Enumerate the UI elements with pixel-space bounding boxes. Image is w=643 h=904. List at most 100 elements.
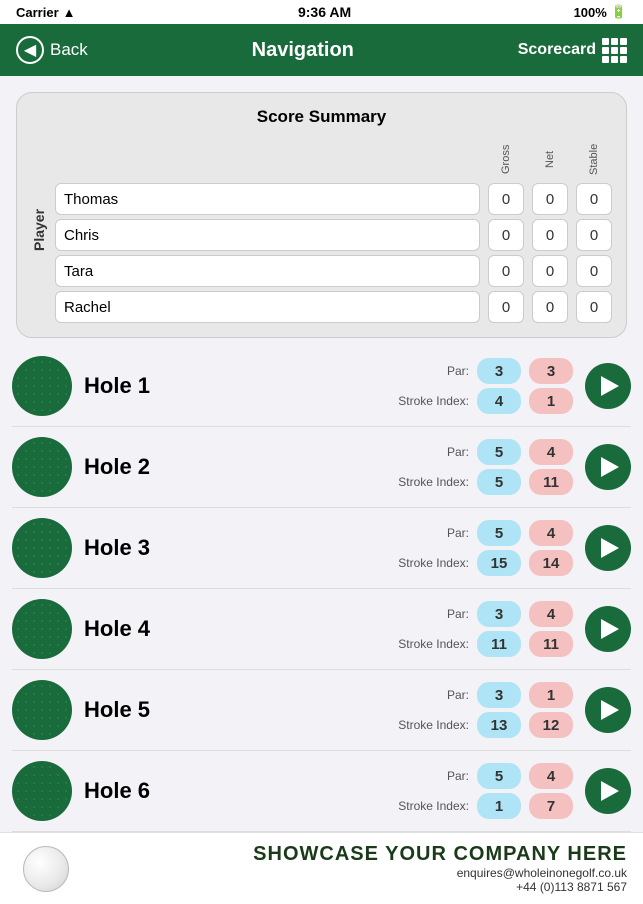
carrier-text: Carrier	[16, 5, 59, 20]
si-row: Stroke Index: 5 11	[394, 469, 573, 495]
hole-item: Hole 5 Par: 3 1 Stroke Index: 13 12	[12, 670, 631, 751]
hole-label: Hole 5	[84, 697, 174, 723]
back-button[interactable]: ◀ Back	[16, 36, 88, 64]
si-pink-value: 11	[529, 631, 573, 657]
si-pink-value: 14	[529, 550, 573, 576]
par-blue-value: 5	[477, 439, 521, 465]
grid-icon	[602, 38, 627, 63]
par-row: Par: 5 4	[394, 520, 573, 546]
hole-item: Hole 2 Par: 5 4 Stroke Index: 5 11	[12, 427, 631, 508]
play-triangle-icon	[601, 376, 619, 396]
si-blue-value: 4	[477, 388, 521, 414]
play-triangle-icon	[601, 457, 619, 477]
par-blue-value: 3	[477, 358, 521, 384]
footer-logo	[16, 844, 76, 894]
par-row: Par: 3 3	[394, 358, 573, 384]
hole-item: Hole 4 Par: 3 4 Stroke Index: 11 11	[12, 589, 631, 670]
hole-label: Hole 1	[84, 373, 174, 399]
footer-text: SHOWCASE YOUR COMPANY HERE enquires@whol…	[88, 843, 627, 894]
hole-stats: Par: 3 3 Stroke Index: 4 1	[394, 358, 573, 414]
score-rows: 0 0 0 0 0 0 0 0 0 0 0 0	[55, 183, 612, 323]
stable-header: Stable	[576, 137, 612, 181]
si-blue-value: 13	[477, 712, 521, 738]
si-label: Stroke Index:	[394, 556, 469, 570]
golf-ball-pattern	[14, 439, 70, 495]
stable-score-cell: 0	[576, 219, 612, 251]
gross-score-cell: 0	[488, 219, 524, 251]
play-triangle-icon	[601, 700, 619, 720]
stable-score-cell: 0	[576, 183, 612, 215]
si-blue-value: 11	[477, 631, 521, 657]
battery-icon: 🔋	[611, 4, 627, 20]
si-pink-value: 7	[529, 793, 573, 819]
par-label: Par:	[394, 607, 469, 621]
status-left: Carrier ▲	[16, 5, 76, 20]
net-score-cell: 0	[532, 255, 568, 287]
par-pink-value: 4	[529, 601, 573, 627]
score-summary-card: Score Summary Player Gross Net Stable 0 …	[16, 92, 627, 338]
hole-label: Hole 6	[84, 778, 174, 804]
back-arrow-icon: ◀	[16, 36, 44, 64]
play-button[interactable]	[585, 606, 631, 652]
play-button[interactable]	[585, 444, 631, 490]
time-display: 9:36 AM	[298, 4, 351, 20]
par-blue-value: 5	[477, 763, 521, 789]
stable-score-cell: 0	[576, 291, 612, 323]
player-name-input[interactable]	[55, 291, 480, 323]
player-name-input[interactable]	[55, 255, 480, 287]
si-row: Stroke Index: 15 14	[394, 550, 573, 576]
player-name-input[interactable]	[55, 183, 480, 215]
play-button[interactable]	[585, 768, 631, 814]
golf-ball-icon	[12, 518, 72, 578]
wifi-icon: ▲	[63, 5, 76, 20]
par-blue-value: 3	[477, 601, 521, 627]
par-label: Par:	[394, 445, 469, 459]
par-label: Par:	[394, 688, 469, 702]
gross-score-cell: 0	[488, 255, 524, 287]
play-button[interactable]	[585, 525, 631, 571]
par-pink-value: 1	[529, 682, 573, 708]
par-row: Par: 5 4	[394, 439, 573, 465]
golf-ball-pattern	[14, 601, 70, 657]
score-table: Player Gross Net Stable 0 0 0 0 0 0 0 0 …	[31, 137, 612, 323]
play-button[interactable]	[585, 687, 631, 733]
par-row: Par: 3 4	[394, 601, 573, 627]
golf-ball-pattern	[14, 358, 70, 414]
play-triangle-icon	[601, 781, 619, 801]
hole-stats: Par: 5 4 Stroke Index: 15 14	[394, 520, 573, 576]
battery-text: 100%	[574, 5, 607, 20]
score-row: 0 0 0	[55, 183, 612, 215]
status-right: 100% 🔋	[574, 4, 627, 20]
footer-showcase-text: SHOWCASE YOUR COMPANY HERE	[88, 843, 627, 866]
si-label: Stroke Index:	[394, 475, 469, 489]
golf-ball-pattern	[14, 682, 70, 738]
play-button[interactable]	[585, 363, 631, 409]
player-name-input[interactable]	[55, 219, 480, 251]
si-row: Stroke Index: 4 1	[394, 388, 573, 414]
golf-ball-icon	[12, 599, 72, 659]
play-triangle-icon	[601, 538, 619, 558]
hole-stats: Par: 3 4 Stroke Index: 11 11	[394, 601, 573, 657]
net-header: Net	[532, 137, 568, 181]
par-pink-value: 4	[529, 763, 573, 789]
gross-header: Gross	[488, 137, 524, 181]
stable-score-cell: 0	[576, 255, 612, 287]
score-summary-title: Score Summary	[31, 107, 612, 127]
hole-list: Hole 1 Par: 3 3 Stroke Index: 4 1	[0, 346, 643, 832]
si-label: Stroke Index:	[394, 799, 469, 813]
si-row: Stroke Index: 11 11	[394, 631, 573, 657]
scorecard-button[interactable]: Scorecard	[518, 38, 627, 63]
score-row: 0 0 0	[55, 291, 612, 323]
play-triangle-icon	[601, 619, 619, 639]
score-row: 0 0 0	[55, 219, 612, 251]
si-pink-value: 11	[529, 469, 573, 495]
si-label: Stroke Index:	[394, 718, 469, 732]
golf-ball-pattern	[14, 763, 70, 819]
hole-label: Hole 4	[84, 616, 174, 642]
score-row: 0 0 0	[55, 255, 612, 287]
si-row: Stroke Index: 1 7	[394, 793, 573, 819]
par-row: Par: 5 4	[394, 763, 573, 789]
footer: SHOWCASE YOUR COMPANY HERE enquires@whol…	[0, 832, 643, 904]
hole-label: Hole 2	[84, 454, 174, 480]
back-label: Back	[50, 40, 88, 60]
